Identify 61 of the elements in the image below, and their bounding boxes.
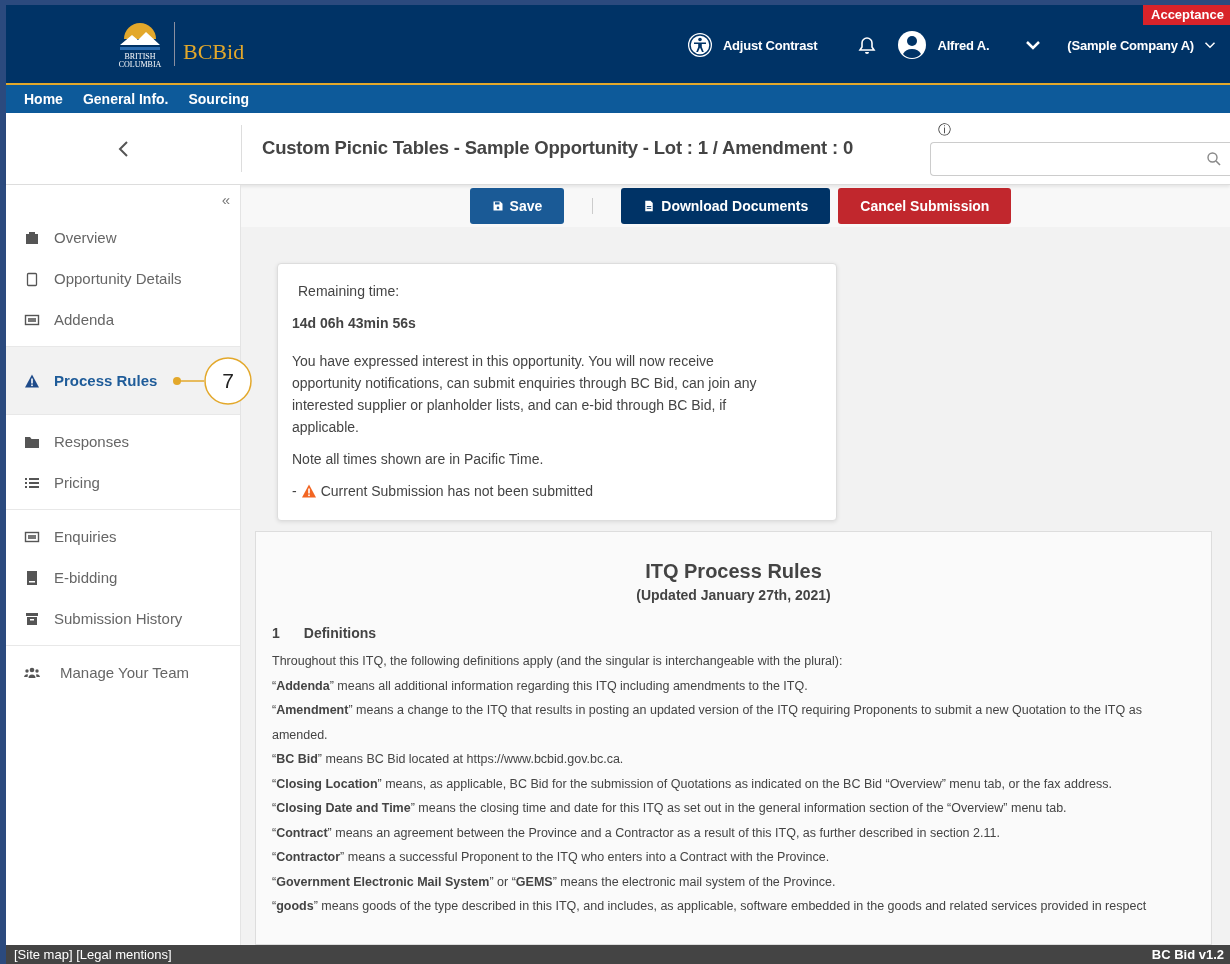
save-icon bbox=[491, 200, 504, 212]
document-icon bbox=[643, 200, 656, 212]
footer-links[interactable]: [Site map] [Legal mentions] bbox=[14, 947, 172, 962]
warning-icon bbox=[300, 483, 317, 499]
company-selector[interactable]: (Sample Company A) bbox=[1067, 37, 1194, 53]
sidebar-item[interactable]: Addenda bbox=[6, 299, 240, 340]
brand-name: BCBid bbox=[183, 39, 245, 65]
nav-link[interactable]: Home bbox=[24, 91, 63, 107]
logo-caption: BRITISH COLUMBIA bbox=[117, 53, 163, 69]
archive-icon bbox=[24, 610, 40, 627]
bell-icon bbox=[857, 35, 878, 55]
rules-title: ITQ Process Rules bbox=[644, 560, 823, 583]
sidebar-item[interactable]: Overview bbox=[6, 217, 240, 258]
accessibility-icon bbox=[686, 32, 713, 58]
dash-text: - bbox=[292, 482, 297, 501]
sidebar-item[interactable]: E-bidding bbox=[6, 557, 240, 598]
book-icon bbox=[24, 569, 40, 586]
environment-badge: Acceptance bbox=[1143, 5, 1230, 25]
search-icon bbox=[1206, 151, 1222, 167]
definition-text: “Contractor” means a successful Proponent to the ITQ who enters into a Contract with the Province. bbox=[272, 849, 831, 866]
briefcase-icon bbox=[24, 229, 40, 246]
nav-link[interactable]: Sourcing bbox=[188, 91, 250, 107]
timezone-note: Note all times shown are in Pacific Time. bbox=[292, 450, 545, 469]
definition-text: “BC Bid” means BC Bid located at https://www.bcbid.gov.bc.ca. bbox=[272, 751, 625, 768]
search-field[interactable] bbox=[930, 142, 1230, 176]
section-number: 1 bbox=[272, 625, 280, 641]
remaining-time-label: Remaining time: bbox=[297, 282, 401, 301]
sidebar-item[interactable]: Responses bbox=[6, 421, 240, 462]
section-title: Definitions bbox=[303, 625, 377, 641]
cancel-button[interactable]: Cancel Submission bbox=[838, 188, 1012, 224]
definition-text: “Contract” means an agreement between the Province and a Contractor as a result of this ITQ, as further described in section 2.11. bbox=[272, 824, 1001, 842]
definition-text: “Closing Location” means, as applicable, BC Bid for the submission of Quotations as indicated on the BC Bid “Overview” menu tab, or the fax address. bbox=[272, 775, 1113, 793]
sidebar-item[interactable]: Submission History bbox=[6, 598, 240, 639]
user-name[interactable]: Alfred A. bbox=[937, 37, 990, 53]
interest-message: You have expressed interest in this opportunity. You will now receive opportunity notifications, can submit enquiries through BC Bid, can join any interested supplier or planholder lists, and can e-bid through BC Bid, if applicable. bbox=[292, 352, 758, 437]
sidebar-item[interactable]: Opportunity Details bbox=[6, 258, 240, 299]
avatar-icon bbox=[897, 30, 928, 60]
sidebar-item[interactable]: Enquiries bbox=[6, 516, 240, 557]
version-text: BC Bid v1.2 bbox=[1151, 947, 1224, 962]
info-icon: ⓘ bbox=[938, 121, 1230, 139]
definition-text: “Amendment” means a change to the ITQ that results in posting an updated version of the ITQ requiring Proponents to submit a new Quotation to the ITQ as amended. bbox=[272, 702, 1143, 744]
definition-text: Throughout this ITQ, the following definitions apply (and the singular is interchangeable with the plural): bbox=[272, 653, 844, 670]
remaining-time-value: 14d 06h 43min 56s bbox=[292, 314, 417, 333]
warning-icon bbox=[24, 372, 40, 389]
nav-link[interactable]: General Info. bbox=[82, 91, 169, 107]
definition-text: “Government Electronic Mail System” or “GEMS” means the electronic mail system of the Province. bbox=[272, 873, 837, 891]
definition-text: “goods” means goods of the type described in this ITQ, and includes, as applicable, software embedded in the goods and related services provided in respect bbox=[272, 898, 1148, 915]
adjust-contrast-link[interactable]: Adjust Contrast bbox=[722, 37, 818, 53]
clipboard-icon bbox=[24, 270, 40, 287]
download-button[interactable]: Download Documents bbox=[621, 188, 831, 224]
definition-text: “Addenda” means all additional information regarding this ITQ including amendments to the ITQ. bbox=[272, 677, 809, 695]
sidebar-item[interactable]: Manage Your Team bbox=[6, 652, 240, 693]
sidebar-item[interactable]: Process Rules bbox=[6, 353, 164, 408]
back-chevron-icon[interactable] bbox=[116, 139, 131, 158]
definition-text: “Closing Date and Time” means the closing time and date for this ITQ as set out in the general information section of the “Overview” menu tab. bbox=[272, 800, 1068, 817]
collapse-icon[interactable]: « bbox=[6, 191, 240, 211]
save-button[interactable]: Save bbox=[469, 188, 565, 224]
submission-warning: Current Submission has not been submitted bbox=[320, 482, 594, 501]
page-title: Custom Picnic Tables - Sample Opportunity - Lot : 1 / Amendment : 0 bbox=[261, 136, 853, 159]
rules-subtitle: (Updated January 27th, 2021) bbox=[635, 587, 832, 603]
sidebar-item[interactable]: Pricing bbox=[6, 462, 240, 503]
